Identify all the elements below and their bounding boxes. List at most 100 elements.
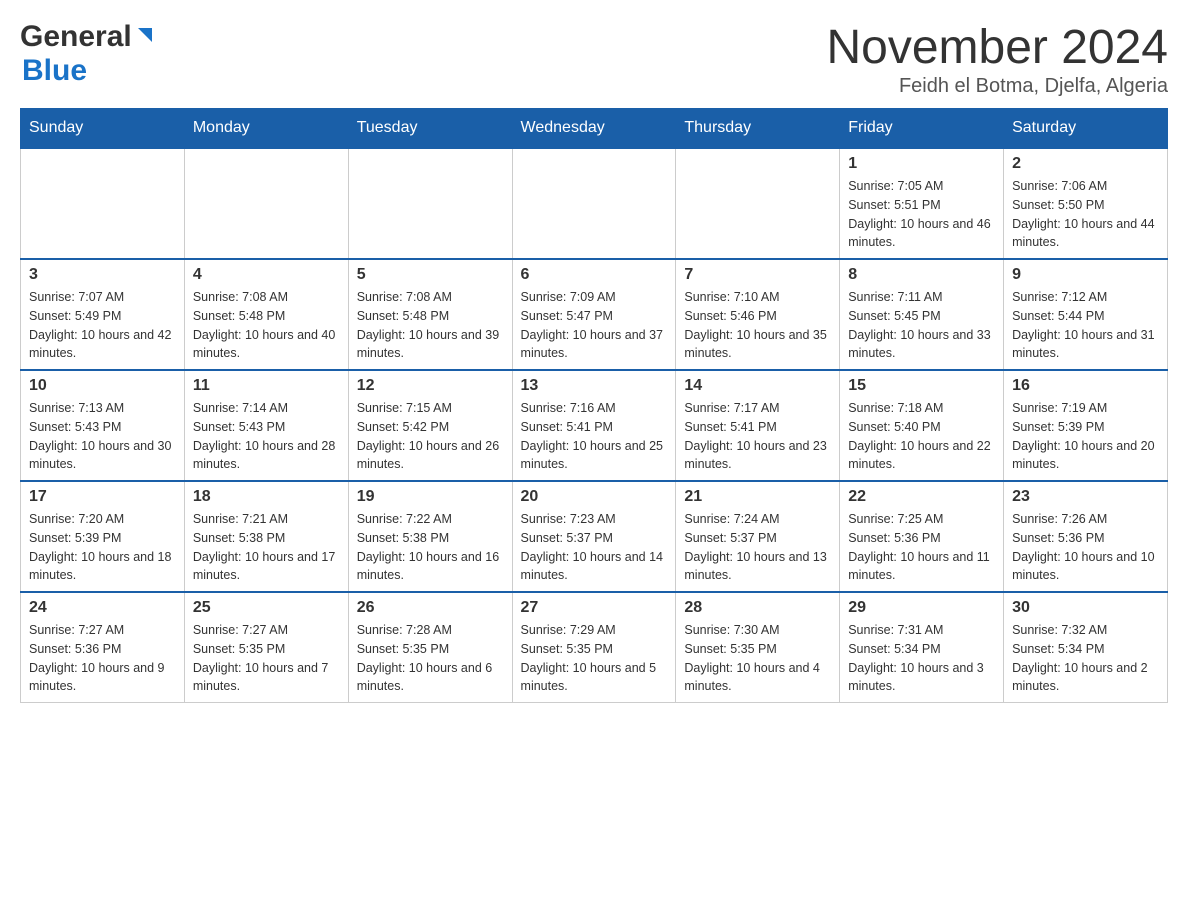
calendar-cell: 25Sunrise: 7:27 AMSunset: 5:35 PMDayligh… <box>184 592 348 703</box>
calendar-cell: 9 Sunrise: 7:12 AMSunset: 5:44 PMDaylight… <box>1004 259 1168 370</box>
day-number: 16 <box>1012 377 1159 395</box>
day-number: 5 <box>357 266 504 284</box>
calendar-cell <box>21 148 185 259</box>
calendar-cell: 7 Sunrise: 7:10 AMSunset: 5:46 PMDaylight… <box>676 259 840 370</box>
day-number: 30 <box>1012 599 1159 617</box>
day-number: 15 <box>848 377 995 395</box>
day-info: Sunrise: 7:24 AMSunset: 5:37 PMDaylight:… <box>684 510 831 585</box>
day-number: 20 <box>521 488 668 506</box>
day-info: Sunrise: 7:18 AMSunset: 5:40 PMDaylight:… <box>848 399 995 474</box>
day-info: Sunrise: 7:25 AMSunset: 5:36 PMDaylight:… <box>848 510 995 585</box>
day-info: Sunrise: 7:30 AMSunset: 5:35 PMDaylight:… <box>684 621 831 696</box>
calendar-cell: 29Sunrise: 7:31 AMSunset: 5:34 PMDayligh… <box>840 592 1004 703</box>
day-number: 17 <box>29 488 176 506</box>
day-number: 8 <box>848 266 995 284</box>
calendar-week-row: 10 Sunrise: 7:13 AMSunset: 5:43 PMDayligh… <box>21 370 1168 481</box>
month-title: November 2024 <box>826 20 1168 75</box>
calendar-cell <box>348 148 512 259</box>
calendar-cell: 28 Sunrise: 7:30 AMSunset: 5:35 PMDayligh… <box>676 592 840 703</box>
day-number: 27 <box>521 599 668 617</box>
day-number: 6 <box>521 266 668 284</box>
calendar-cell: 13 Sunrise: 7:16 AMSunset: 5:41 PMDayligh… <box>512 370 676 481</box>
day-number: 7 <box>684 266 831 284</box>
day-info: Sunrise: 7:20 AMSunset: 5:39 PMDaylight:… <box>29 510 176 585</box>
day-info: Sunrise: 7:11 AMSunset: 5:45 PMDaylight:… <box>848 288 995 363</box>
day-info: Sunrise: 7:32 AMSunset: 5:34 PMDaylight:… <box>1012 621 1159 696</box>
day-info: Sunrise: 7:13 AMSunset: 5:43 PMDaylight:… <box>29 399 176 474</box>
day-info: Sunrise: 7:23 AMSunset: 5:37 PMDaylight:… <box>521 510 668 585</box>
calendar-cell: 3 Sunrise: 7:07 AMSunset: 5:49 PMDaylight… <box>21 259 185 370</box>
calendar-cell: 26Sunrise: 7:28 AMSunset: 5:35 PMDayligh… <box>348 592 512 703</box>
day-info: Sunrise: 7:07 AMSunset: 5:49 PMDaylight:… <box>29 288 176 363</box>
day-number: 4 <box>193 266 340 284</box>
logo-blue: Blue <box>22 54 87 87</box>
logo-arrow-icon <box>134 24 156 51</box>
calendar-cell: 8 Sunrise: 7:11 AMSunset: 5:45 PMDaylight… <box>840 259 1004 370</box>
calendar-cell: 15 Sunrise: 7:18 AMSunset: 5:40 PMDayligh… <box>840 370 1004 481</box>
logo-general: General <box>20 20 132 54</box>
calendar-cell: 23 Sunrise: 7:26 AMSunset: 5:36 PMDayligh… <box>1004 481 1168 592</box>
weekday-header-thursday: Thursday <box>676 109 840 149</box>
weekday-header-tuesday: Tuesday <box>348 109 512 149</box>
weekday-header-friday: Friday <box>840 109 1004 149</box>
calendar-cell <box>512 148 676 259</box>
calendar-week-row: 17 Sunrise: 7:20 AMSunset: 5:39 PMDayligh… <box>21 481 1168 592</box>
logo: General Blue <box>20 20 156 88</box>
title-section: November 2024 Feidh el Botma, Djelfa, Al… <box>826 20 1168 98</box>
day-info: Sunrise: 7:05 AMSunset: 5:51 PMDaylight:… <box>848 177 995 252</box>
day-info: Sunrise: 7:17 AMSunset: 5:41 PMDaylight:… <box>684 399 831 474</box>
day-number: 12 <box>357 377 504 395</box>
day-number: 24 <box>29 599 176 617</box>
day-info: Sunrise: 7:09 AMSunset: 5:47 PMDaylight:… <box>521 288 668 363</box>
calendar-cell <box>676 148 840 259</box>
calendar-cell: 2Sunrise: 7:06 AMSunset: 5:50 PMDaylight… <box>1004 148 1168 259</box>
calendar-cell: 11 Sunrise: 7:14 AMSunset: 5:43 PMDayligh… <box>184 370 348 481</box>
day-number: 23 <box>1012 488 1159 506</box>
weekday-header-saturday: Saturday <box>1004 109 1168 149</box>
calendar-cell: 27 Sunrise: 7:29 AMSunset: 5:35 PMDayligh… <box>512 592 676 703</box>
day-number: 29 <box>848 599 995 617</box>
calendar-cell: 17 Sunrise: 7:20 AMSunset: 5:39 PMDayligh… <box>21 481 185 592</box>
day-info: Sunrise: 7:29 AMSunset: 5:35 PMDaylight:… <box>521 621 668 696</box>
calendar-cell: 14Sunrise: 7:17 AMSunset: 5:41 PMDayligh… <box>676 370 840 481</box>
day-number: 25 <box>193 599 340 617</box>
day-number: 11 <box>193 377 340 395</box>
weekday-header-sunday: Sunday <box>21 109 185 149</box>
calendar-cell: 10 Sunrise: 7:13 AMSunset: 5:43 PMDayligh… <box>21 370 185 481</box>
day-number: 18 <box>193 488 340 506</box>
day-number: 28 <box>684 599 831 617</box>
day-number: 10 <box>29 377 176 395</box>
day-number: 13 <box>521 377 668 395</box>
day-info: Sunrise: 7:19 AMSunset: 5:39 PMDaylight:… <box>1012 399 1159 474</box>
day-number: 26 <box>357 599 504 617</box>
day-info: Sunrise: 7:26 AMSunset: 5:36 PMDaylight:… <box>1012 510 1159 585</box>
calendar-cell: 5Sunrise: 7:08 AMSunset: 5:48 PMDaylight… <box>348 259 512 370</box>
day-info: Sunrise: 7:21 AMSunset: 5:38 PMDaylight:… <box>193 510 340 585</box>
day-info: Sunrise: 7:14 AMSunset: 5:43 PMDaylight:… <box>193 399 340 474</box>
day-info: Sunrise: 7:10 AMSunset: 5:46 PMDaylight:… <box>684 288 831 363</box>
day-info: Sunrise: 7:22 AMSunset: 5:38 PMDaylight:… <box>357 510 504 585</box>
day-number: 19 <box>357 488 504 506</box>
day-number: 1 <box>848 155 995 173</box>
day-number: 9 <box>1012 266 1159 284</box>
day-number: 22 <box>848 488 995 506</box>
calendar-cell: 16 Sunrise: 7:19 AMSunset: 5:39 PMDayligh… <box>1004 370 1168 481</box>
calendar-cell: 12Sunrise: 7:15 AMSunset: 5:42 PMDayligh… <box>348 370 512 481</box>
day-number: 3 <box>29 266 176 284</box>
calendar-cell: 24 Sunrise: 7:27 AMSunset: 5:36 PMDayligh… <box>21 592 185 703</box>
weekday-header-wednesday: Wednesday <box>512 109 676 149</box>
day-info: Sunrise: 7:16 AMSunset: 5:41 PMDaylight:… <box>521 399 668 474</box>
calendar-cell: 19 Sunrise: 7:22 AMSunset: 5:38 PMDayligh… <box>348 481 512 592</box>
calendar-cell: 20 Sunrise: 7:23 AMSunset: 5:37 PMDayligh… <box>512 481 676 592</box>
location-subtitle: Feidh el Botma, Djelfa, Algeria <box>826 75 1168 98</box>
day-info: Sunrise: 7:08 AMSunset: 5:48 PMDaylight:… <box>193 288 340 363</box>
day-info: Sunrise: 7:27 AMSunset: 5:36 PMDaylight:… <box>29 621 176 696</box>
calendar-cell: 30 Sunrise: 7:32 AMSunset: 5:34 PMDayligh… <box>1004 592 1168 703</box>
calendar-cell: 18 Sunrise: 7:21 AMSunset: 5:38 PMDayligh… <box>184 481 348 592</box>
calendar-cell: 21Sunrise: 7:24 AMSunset: 5:37 PMDayligh… <box>676 481 840 592</box>
calendar-table: SundayMondayTuesdayWednesdayThursdayFrid… <box>20 108 1168 703</box>
day-info: Sunrise: 7:12 AMSunset: 5:44 PMDaylight:… <box>1012 288 1159 363</box>
calendar-cell: 22 Sunrise: 7:25 AMSunset: 5:36 PMDayligh… <box>840 481 1004 592</box>
calendar-cell: 4 Sunrise: 7:08 AMSunset: 5:48 PMDaylight… <box>184 259 348 370</box>
calendar-cell: 6 Sunrise: 7:09 AMSunset: 5:47 PMDaylight… <box>512 259 676 370</box>
